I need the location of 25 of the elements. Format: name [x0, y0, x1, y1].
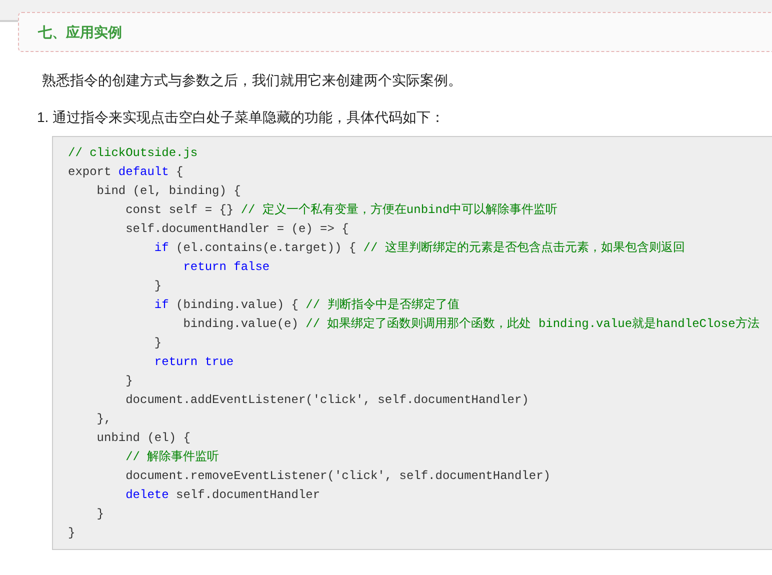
code-line: binding.value(e) // 如果绑定了函数则调用那个函数，此处 binding.value就是handleClose方法 — [182, 316, 760, 333]
code-line: // clickOutside.js — [68, 145, 198, 162]
code-line: } — [153, 278, 162, 295]
code-line: document.addEventListener('click', self.documentHandler) — [124, 392, 529, 409]
code-line: self.documentHandler = (e) => { — [124, 221, 349, 238]
code-line: }, — [96, 411, 112, 428]
code-line: } — [96, 506, 104, 523]
code-line: const self = {} // 定义一个私有变量，方便在unbind中可以解除事件监听 — [124, 202, 558, 219]
list-number: 1. — [37, 108, 49, 127]
code-line: return false — [182, 259, 270, 276]
code-line: } — [153, 335, 162, 352]
code-line: if (el.contains(e.target)) { // 这里判断绑定的元素是否包含点击元素，如果包含则返回 — [153, 240, 685, 257]
code-line: unbind (el) { — [96, 430, 190, 447]
code-line: // 解除事件监听 — [124, 449, 220, 466]
code-line: document.removeEventListener('click', self.documentHandler) — [124, 468, 550, 485]
code-line: if (binding.value) { // 判断指令中是否绑定了值 — [153, 297, 460, 314]
code-line: } — [124, 373, 133, 390]
code-line: return true — [153, 354, 234, 371]
code-line: } — [68, 525, 76, 542]
code-line: bind (el, binding) { — [96, 183, 241, 200]
code-line: delete self.documentHandler — [124, 487, 320, 504]
code-line: export default { — [68, 164, 184, 181]
intro-paragraph: 熟悉指令的创建方式与参数之后，我们就用它来创建两个实际案例。 — [42, 71, 463, 90]
section-heading: 七、应用实例 — [38, 22, 122, 42]
list-item-text: 通过指令来实现点击空白处子菜单隐藏的功能，具体代码如下： — [52, 108, 445, 127]
